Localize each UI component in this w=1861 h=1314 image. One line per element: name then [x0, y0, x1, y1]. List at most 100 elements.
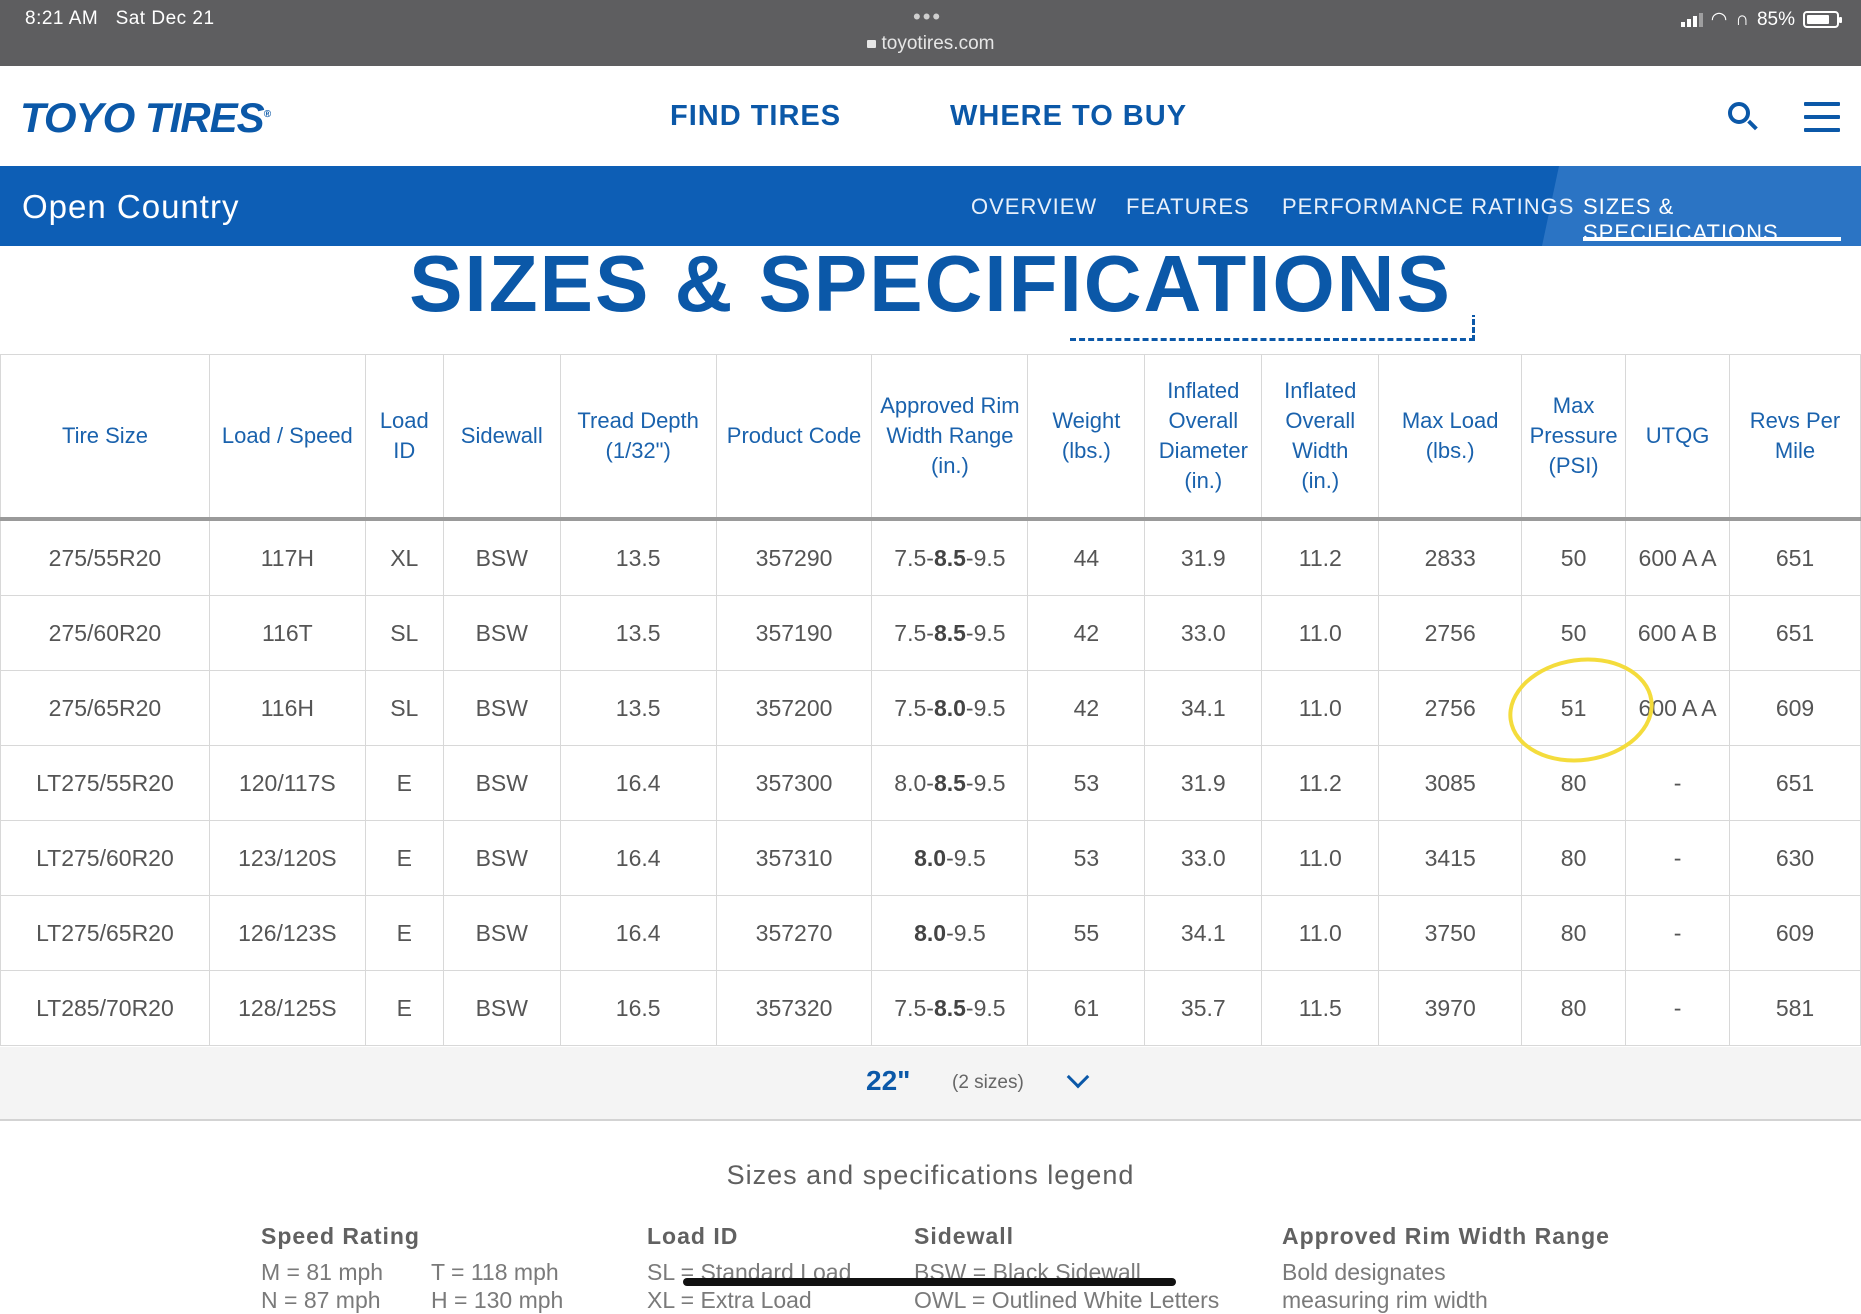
cell-code: 357320 — [715, 970, 873, 1046]
cell-load-speed: 116H — [208, 670, 366, 746]
column-header-text: (lbs.) — [1061, 438, 1111, 463]
cell-revs: 651 — [1729, 745, 1861, 821]
date: Sat Dec 21 — [115, 8, 215, 29]
column-header: Tread Depth (1/32") — [559, 354, 717, 521]
rim-measuring: 8.0 — [914, 919, 947, 946]
nav-where-to-buy[interactable]: WHERE TO BUY — [950, 100, 1187, 133]
cell-utqg: - — [1625, 895, 1731, 971]
column-header: Inflated Overall Width (in.) — [1261, 354, 1380, 521]
column-header-text: Overall — [1285, 408, 1356, 433]
nav-find-tires[interactable]: FIND TIRES — [670, 100, 841, 133]
headphones-icon: ∩ — [1735, 8, 1749, 30]
cell-width: 11.0 — [1261, 670, 1380, 746]
legend-rim-heading: Approved Rim Width Range — [1282, 1223, 1610, 1249]
table-body: 275/55R20 117H XL BSW 13.5 357290 7.5-8.5-9.5 4… — [0, 518, 1861, 1046]
cell-diameter: 33.0 — [1144, 595, 1263, 671]
cell-max-load: 2756 — [1378, 670, 1523, 746]
legend-speed-n: N = 87 mph — [261, 1287, 381, 1313]
site-header: TOYO TIRES® FIND TIRES WHERE TO BUY — [0, 66, 1861, 166]
cell-weight: 53 — [1027, 745, 1146, 821]
cell-load-speed: 120/117S — [208, 745, 366, 821]
table-row: LT285/70R20 128/125S E BSW 16.5 357320 7.5-8.5… — [0, 970, 1861, 1046]
chevron-down-icon[interactable] — [1066, 1065, 1090, 1089]
cell-load-id: SL — [364, 595, 444, 671]
column-header: Tire Size — [0, 354, 210, 521]
column-header-text: Diameter — [1158, 438, 1248, 463]
legend-rim-line2: measuring rim width — [1282, 1287, 1488, 1313]
size-group-expander[interactable]: 22" (2 sizes) — [0, 1047, 1861, 1121]
cell-load-id: E — [364, 820, 444, 896]
table-row: 275/55R20 117H XL BSW 13.5 357290 7.5-8.5-9.5 4… — [0, 518, 1861, 596]
column-header-text: (in.) — [1301, 468, 1340, 493]
column-header-text: Pressure — [1529, 423, 1618, 448]
cell-revs: 630 — [1729, 820, 1861, 896]
url-bar[interactable]: toyotires.com — [0, 33, 1861, 55]
rim-measuring: 8.5 — [933, 994, 966, 1021]
clock: 8:21 AM — [25, 8, 99, 29]
cell-max-load: 3970 — [1378, 970, 1523, 1046]
column-header-text: Width — [1292, 438, 1349, 463]
cell-tire-size: LT275/65R20 — [0, 895, 210, 971]
column-header-text: Revs Per — [1749, 408, 1841, 433]
cell-code: 357300 — [715, 745, 873, 821]
column-header-text: Max — [1552, 393, 1595, 418]
battery-icon — [1803, 11, 1842, 28]
cell-utqg: - — [1625, 745, 1731, 821]
wifi-icon: ◠ — [1710, 9, 1728, 30]
rim-measuring: 8.5 — [933, 619, 966, 646]
more-dots-icon[interactable]: ••• — [913, 4, 942, 30]
search-icon[interactable] — [1728, 102, 1750, 124]
cell-load-id: E — [364, 970, 444, 1046]
cell-diameter: 31.9 — [1144, 518, 1263, 596]
cell-width: 11.2 — [1261, 518, 1380, 596]
page-title: SIZES & SPECIFICATIONS — [409, 239, 1452, 328]
rim-max: -9.5 — [946, 919, 986, 946]
column-header-text: Tread Depth — [577, 408, 699, 433]
rim-min: 7.5- — [894, 544, 934, 571]
product-name: Open Country — [22, 188, 240, 225]
hamburger-menu-icon[interactable] — [1804, 102, 1840, 132]
cell-width: 11.0 — [1261, 595, 1380, 671]
column-header-text: (in.) — [1184, 468, 1223, 493]
cell-tire-size: LT275/55R20 — [0, 745, 210, 821]
legend-speed-heading: Speed Rating — [261, 1223, 420, 1249]
tab-features[interactable]: FEATURES — [1126, 194, 1250, 220]
cell-weight: 42 — [1027, 595, 1146, 671]
cell-sidewall: BSW — [442, 895, 561, 971]
product-bar: Open Country OVERVIEW FEATURES PERFORMAN… — [0, 166, 1861, 246]
home-indicator[interactable] — [683, 1278, 1176, 1286]
cell-width: 11.5 — [1261, 970, 1380, 1046]
cell-rim-width: 8.0-8.5-9.5 — [871, 745, 1029, 821]
column-header-text: Width Range — [886, 423, 1014, 448]
battery-percent: 85% — [1756, 8, 1795, 30]
cell-revs: 651 — [1729, 518, 1861, 596]
column-header: Sidewall — [442, 354, 561, 521]
cell-tread: 16.4 — [559, 895, 717, 971]
cell-sidewall: BSW — [442, 595, 561, 671]
legend-sidewall-owl: OWL = Outlined White Letters — [914, 1287, 1220, 1313]
column-header-text: Max Load — [1401, 408, 1499, 433]
cell-width: 11.2 — [1261, 745, 1380, 821]
toyo-tires-logo[interactable]: TOYO TIRES® — [20, 94, 271, 142]
column-header-text: UTQG — [1645, 423, 1710, 448]
status-icons: ◠ ∩ 85% — [1680, 8, 1842, 31]
cell-max-load: 3085 — [1378, 745, 1523, 821]
rim-max: -9.5 — [965, 619, 1006, 646]
tab-overview[interactable]: OVERVIEW — [971, 194, 1097, 220]
cell-sidewall: BSW — [442, 745, 561, 821]
cell-diameter: 31.9 — [1144, 745, 1263, 821]
column-header-text: Weight — [1052, 408, 1121, 433]
lock-icon — [866, 40, 876, 48]
cell-load-id: E — [364, 895, 444, 971]
cell-code: 357310 — [715, 820, 873, 896]
cell-max-load: 3415 — [1378, 820, 1523, 896]
rim-min: 8.0- — [894, 769, 934, 796]
table-row: LT275/60R20 123/120S E BSW 16.4 357310 8.0-9.5… — [0, 820, 1861, 896]
cell-revs: 609 — [1729, 895, 1861, 971]
tab-performance-ratings[interactable]: PERFORMANCE RATINGS — [1282, 194, 1574, 220]
cell-code: 357200 — [715, 670, 873, 746]
cell-pressure: 50 — [1521, 518, 1627, 596]
cell-rim-width: 8.0-9.5 — [871, 820, 1029, 896]
cell-utqg: - — [1625, 970, 1731, 1046]
cell-weight: 42 — [1027, 670, 1146, 746]
